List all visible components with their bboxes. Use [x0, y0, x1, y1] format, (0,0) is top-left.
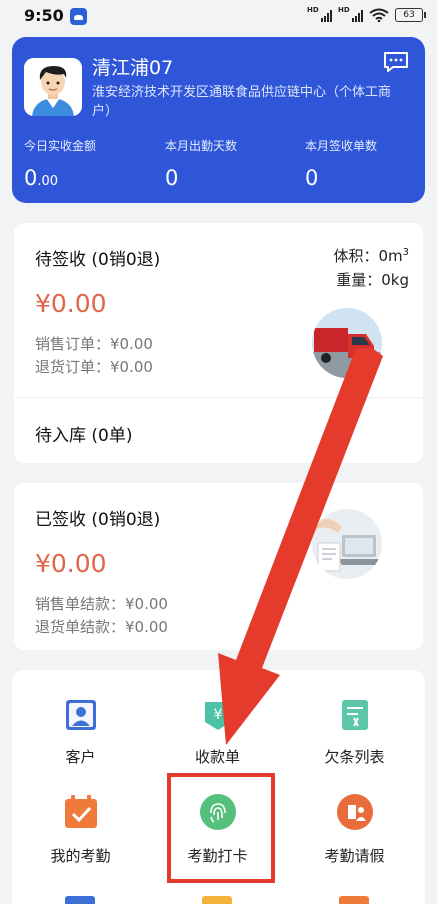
menu-leave[interactable]: 考勤请假 [286, 793, 423, 866]
menu-my-attendance[interactable]: 我的考勤 [12, 793, 149, 866]
signed-title: 已签收 (0销0退) [35, 510, 161, 530]
status-indicators: HD HD 63 [307, 6, 426, 22]
partial-menu-icon-2 [202, 896, 232, 904]
signed-card[interactable]: 已签收 (0销0退) ¥0.00 销售单结款：¥0.00 退货单结款：¥0.00 [14, 483, 423, 650]
signed-return-settlement: 退货单结款：¥0.00 [35, 618, 168, 636]
signal-icon: HD [307, 6, 332, 22]
annotation-highlight-box [167, 773, 275, 883]
stat-attendance-days: 本月出勤天数 0 [165, 139, 238, 190]
wifi-icon [369, 8, 389, 22]
menu-iou-list[interactable]: 欠条列表 [286, 698, 423, 767]
pending-title: 待签收 (0销0退) [35, 250, 161, 270]
pending-return-order: 退货订单：¥0.00 [35, 358, 153, 376]
pending-sign-card[interactable]: 待签收 (0销0退) 体积：0m3 重量：0kg ¥0.00 销售订单：¥0.0… [14, 223, 423, 463]
signed-sales-settlement: 销售单结款：¥0.00 [35, 595, 168, 613]
pending-amount: ¥0.00 [35, 289, 107, 318]
iou-list-icon [338, 698, 372, 732]
pending-storage[interactable]: 待入库 (0单) [35, 421, 132, 446]
signed-amount: ¥0.00 [35, 549, 107, 578]
receipt-icon: ¥ [201, 698, 235, 732]
status-bar: 9:50 HD HD 63 [0, 0, 437, 34]
laptop-photo-icon [312, 509, 382, 579]
volume-text: 体积：0m3 [333, 247, 409, 265]
menu-receipt[interactable]: ¥ 收款单 [149, 698, 286, 767]
user-name: 清江浦07 [92, 57, 174, 79]
customer-icon [64, 698, 98, 732]
svg-text:¥: ¥ [213, 707, 222, 723]
partial-menu-icon-1 [65, 896, 95, 904]
battery-icon: 63 [395, 8, 426, 22]
profile-card: 清江浦07 淮安经济技术开发区通联食品供应链中心（个体工商户） 今日实收金额 0… [12, 37, 425, 203]
calendar-check-icon [62, 793, 100, 831]
message-icon[interactable] [383, 51, 409, 73]
pending-sales-order: 销售订单：¥0.00 [35, 335, 153, 353]
leave-icon [336, 793, 374, 831]
user-organization: 淮安经济技术开发区通联食品供应链中心（个体工商户） [92, 85, 392, 119]
menu-customer[interactable]: 客户 [12, 698, 149, 767]
card-divider [14, 397, 423, 398]
app-notification-icon [70, 8, 87, 25]
partial-menu-icon-3 [339, 896, 369, 904]
avatar[interactable] [24, 58, 82, 116]
stats-row: 今日实收金额 0.00 本月出勤天数 0 本月签收单数 0 [12, 137, 425, 197]
signal-icon-2: HD [338, 6, 363, 22]
weight-text: 重量：0kg [336, 271, 409, 289]
truck-photo-icon [312, 308, 382, 378]
stat-today-amount: 今日实收金额 0.00 [24, 139, 97, 190]
stat-signed-orders: 本月签收单数 0 [305, 139, 378, 190]
status-time: 9:50 [24, 6, 64, 25]
